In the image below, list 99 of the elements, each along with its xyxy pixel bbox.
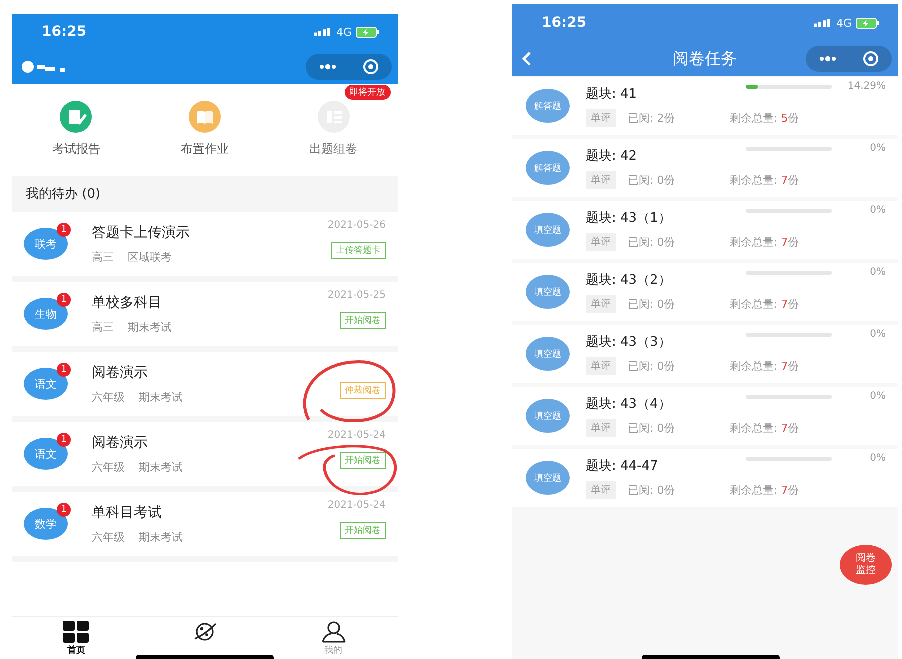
monitor-button[interactable]: 阅卷监控 bbox=[840, 545, 892, 585]
battery-charging-icon bbox=[356, 26, 380, 38]
exam-type-label: 期末考试 bbox=[139, 530, 183, 544]
read-count: 已阅: 0份 bbox=[628, 358, 676, 374]
exam-type-label: 期末考试 bbox=[128, 320, 172, 334]
nav-label[interactable]: 首页 bbox=[67, 644, 86, 657]
status-time: 16:25 bbox=[542, 15, 587, 31]
percent-label: 0% bbox=[869, 391, 886, 402]
read-count: 已阅: 0份 bbox=[628, 234, 676, 250]
target-icon[interactable] bbox=[363, 59, 379, 75]
count-badge: 1 bbox=[57, 293, 71, 307]
mode-tag: 单评 bbox=[586, 109, 616, 127]
task-item[interactable]: 解答题 题块: 41 14.29% 单评 已阅: 2份 剩余总量: 5份 bbox=[512, 77, 898, 135]
task-title: 题块: 44-47 bbox=[586, 458, 658, 475]
question-type-avatar: 解答题 bbox=[526, 89, 570, 123]
network-label: 4G bbox=[836, 16, 852, 30]
percent-label: 0% bbox=[869, 453, 886, 464]
shortcut-label[interactable]: 考试报告 bbox=[52, 140, 100, 158]
remaining-count: 剩余总量: 5份 bbox=[730, 110, 800, 126]
battery-charging-icon bbox=[856, 18, 880, 28]
read-count: 已阅: 0份 bbox=[628, 296, 676, 312]
grade-label: 高三 bbox=[92, 320, 114, 334]
todo-title: 答题卡上传演示 bbox=[92, 224, 191, 242]
capsule-menu[interactable] bbox=[806, 46, 892, 72]
count-badge: 1 bbox=[57, 503, 71, 517]
todo-title: 单科目考试 bbox=[92, 504, 163, 522]
task-title: 题块: 43（2） bbox=[586, 272, 672, 289]
mode-tag: 单评 bbox=[586, 171, 616, 189]
question-type-avatar: 填空题 bbox=[526, 337, 570, 371]
question-type-avatar: 填空题 bbox=[526, 461, 570, 495]
date-label: 2021-05-25 bbox=[328, 290, 386, 302]
exam-type-label: 期末考试 bbox=[139, 390, 183, 404]
capsule-menu[interactable] bbox=[306, 54, 392, 80]
task-title: 题块: 43（4） bbox=[586, 396, 672, 413]
mode-tag: 单评 bbox=[586, 481, 616, 499]
grade-label: 高三 bbox=[92, 250, 114, 264]
task-title: 题块: 43（3） bbox=[586, 334, 672, 351]
target-icon[interactable] bbox=[863, 51, 879, 67]
grade-label: 六年级 bbox=[92, 530, 125, 544]
percent-label: 0% bbox=[869, 143, 886, 154]
task-item[interactable]: 填空题 题块: 43（1） 0% 单评 已阅: 0份 剩余总量: 7份 bbox=[512, 201, 898, 259]
date-label: 2021-05-24 bbox=[328, 500, 386, 512]
status-time: 16:25 bbox=[42, 24, 87, 40]
task-item[interactable]: 填空题 题块: 43（2） 0% 单评 已阅: 0份 剩余总量: 7份 bbox=[512, 263, 898, 321]
date-label: 2021-05-24 bbox=[328, 430, 386, 442]
count-badge: 1 bbox=[57, 223, 71, 237]
mode-tag: 单评 bbox=[586, 419, 616, 437]
page-title: 阅卷任务 bbox=[672, 48, 738, 70]
section-header: 我的待办 (0) bbox=[26, 186, 101, 203]
mode-tag: 单评 bbox=[586, 357, 616, 375]
task-item[interactable]: 填空题 题块: 43（3） 0% 单评 已阅: 0份 剩余总量: 7份 bbox=[512, 325, 898, 383]
network-label: 4G bbox=[336, 26, 352, 38]
document-pen-icon[interactable] bbox=[60, 100, 92, 132]
task-item[interactable]: 解答题 题块: 42 0% 单评 已阅: 0份 剩余总量: 7份 bbox=[512, 139, 898, 197]
todo-title: 阅卷演示 bbox=[92, 364, 149, 382]
task-item[interactable]: 填空题 题块: 44-47 0% 单评 已阅: 0份 剩余总量: 7份 bbox=[512, 449, 898, 507]
mode-tag: 单评 bbox=[586, 233, 616, 251]
todo-title: 单校多科目 bbox=[92, 294, 163, 312]
date-label: 2021-05-26 bbox=[328, 220, 386, 232]
question-type-avatar: 解答题 bbox=[526, 151, 570, 185]
task-title: 题块: 41 bbox=[586, 86, 638, 103]
person-icon[interactable] bbox=[320, 621, 347, 643]
task-title: 题块: 43（1） bbox=[586, 210, 672, 227]
signal-icon bbox=[814, 18, 832, 28]
question-type-avatar: 填空题 bbox=[526, 399, 570, 433]
remaining-count: 剩余总量: 7份 bbox=[730, 296, 800, 312]
read-count: 已阅: 0份 bbox=[628, 420, 676, 436]
percent-label: 0% bbox=[869, 205, 886, 216]
exam-type-label: 区域联考 bbox=[128, 250, 172, 264]
shortcut-label[interactable]: 布置作业 bbox=[180, 140, 229, 158]
percent-label: 14.29% bbox=[846, 81, 886, 92]
remaining-count: 剩余总量: 7份 bbox=[730, 234, 800, 250]
exam-type-label: 期末考试 bbox=[139, 460, 183, 474]
remaining-count: 剩余总量: 7份 bbox=[730, 482, 800, 498]
task-item[interactable]: 填空题 题块: 43（4） 0% 单评 已阅: 0份 剩余总量: 7份 bbox=[512, 387, 898, 445]
remaining-count: 剩余总量: 7份 bbox=[730, 420, 800, 436]
more-icon[interactable] bbox=[319, 64, 337, 70]
more-icon[interactable] bbox=[819, 56, 837, 62]
planet-icon[interactable] bbox=[192, 621, 218, 643]
back-icon[interactable] bbox=[522, 51, 532, 67]
grade-label: 六年级 bbox=[92, 390, 125, 404]
todo-title: 阅卷演示 bbox=[92, 434, 149, 452]
signal-icon bbox=[314, 28, 332, 36]
task-title: 题块: 42 bbox=[586, 148, 638, 165]
percent-label: 0% bbox=[869, 329, 886, 340]
question-type-avatar: 填空题 bbox=[526, 275, 570, 309]
read-count: 已阅: 2份 bbox=[628, 110, 676, 126]
coming-soon-badge: 即将开放 bbox=[344, 84, 391, 100]
mode-tag: 单评 bbox=[586, 295, 616, 313]
count-badge: 1 bbox=[57, 363, 71, 377]
count-badge: 1 bbox=[57, 433, 71, 447]
grid-icon[interactable] bbox=[63, 621, 90, 643]
grade-label: 六年级 bbox=[92, 460, 125, 474]
question-type-avatar: 填空题 bbox=[526, 213, 570, 247]
percent-label: 0% bbox=[869, 267, 886, 278]
remaining-count: 剩余总量: 7份 bbox=[730, 358, 800, 374]
read-count: 已阅: 0份 bbox=[628, 482, 676, 498]
read-count: 已阅: 0份 bbox=[628, 172, 676, 188]
remaining-count: 剩余总量: 7份 bbox=[730, 172, 800, 188]
